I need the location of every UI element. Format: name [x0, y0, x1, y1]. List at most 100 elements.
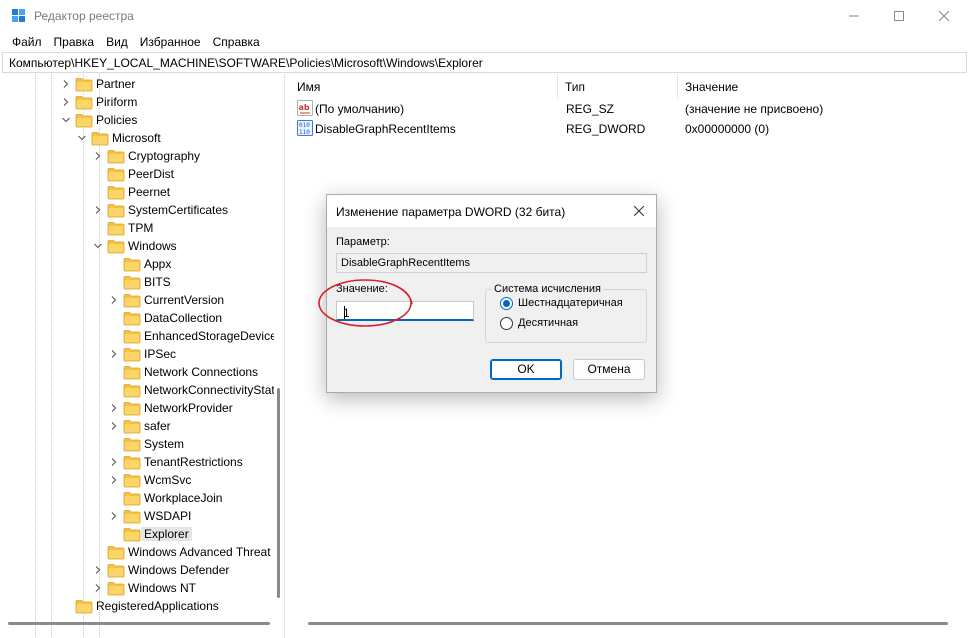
tree-item[interactable]: Windows NT	[2, 579, 272, 597]
tree-item-label: PeerDist	[128, 167, 175, 181]
tree-item[interactable]: Microsoft	[2, 129, 272, 147]
column-header-name[interactable]: Имя	[290, 74, 558, 98]
tree-item-label: safer	[144, 419, 171, 433]
tree-item[interactable]: Cryptography	[2, 147, 272, 165]
folder-icon	[123, 329, 141, 344]
menu-edit[interactable]: Правка	[48, 32, 101, 52]
svg-text:ab: ab	[299, 103, 310, 112]
title-bar: Редактор реестра	[0, 0, 969, 32]
tree-item-label: Peernet	[128, 185, 171, 199]
list-item[interactable]: ab (По умолчанию) REG_SZ (значение не пр…	[290, 98, 969, 118]
chevron-right-icon[interactable]	[93, 151, 103, 161]
tree-item[interactable]: CurrentVersion	[2, 291, 272, 309]
chevron-down-icon[interactable]	[77, 133, 87, 143]
dialog-close-button[interactable]	[623, 195, 655, 227]
tree-item-label: System	[144, 437, 185, 451]
chevron-right-icon[interactable]	[93, 583, 103, 593]
tree-item-label: Windows NT	[128, 581, 197, 595]
radio-decimal-label[interactable]: Десятичная	[518, 317, 578, 329]
menu-view[interactable]: Вид	[100, 32, 134, 52]
tree-item[interactable]: WcmSvc	[2, 471, 272, 489]
column-header-data[interactable]: Значение	[678, 74, 969, 98]
tree-item[interactable]: Partner	[2, 75, 272, 93]
tree-item[interactable]: Policies	[2, 111, 272, 129]
minimize-button[interactable]	[831, 0, 877, 32]
column-header-type[interactable]: Тип	[558, 74, 678, 98]
tree-item[interactable]: DataCollection	[2, 309, 272, 327]
tree-item[interactable]: SystemCertificates	[2, 201, 272, 219]
tree-item[interactable]: Network Connections	[2, 363, 272, 381]
menu-help[interactable]: Справка	[207, 32, 266, 52]
folder-icon	[123, 473, 141, 488]
tree-item[interactable]: BITS	[2, 273, 272, 291]
tree-item[interactable]: Windows Defender	[2, 561, 272, 579]
chevron-right-icon[interactable]	[109, 421, 119, 431]
folder-icon	[123, 275, 141, 290]
menu-bar: Файл Правка Вид Избранное Справка	[0, 32, 969, 52]
tree-item-label: Partner	[96, 77, 136, 91]
tree-item[interactable]: NetworkConnectivityStatusIndicator	[2, 381, 284, 399]
tree-item-label: Windows Advanced Threat Protection	[128, 545, 284, 559]
tree-item[interactable]: PeerDist	[2, 165, 272, 183]
tree-item[interactable]: TenantRestrictions	[2, 453, 272, 471]
key-tree[interactable]: Partner Piriform Policies Microsoft Cryptogr…	[2, 74, 285, 638]
address-bar[interactable]: Компьютер\HKEY_LOCAL_MACHINE\SOFTWARE\Po…	[2, 52, 967, 73]
tree-item[interactable]: NetworkProvider	[2, 399, 272, 417]
binary-value-icon: 010 110	[297, 120, 313, 136]
column-header-type-label: Тип	[565, 80, 586, 94]
ok-button[interactable]: OK	[490, 359, 562, 380]
folder-icon	[123, 419, 141, 434]
tree-item-label: TenantRestrictions	[144, 455, 243, 469]
tree-item[interactable]: Windows Advanced Threat Protection	[2, 543, 284, 561]
chevron-down-icon[interactable]	[93, 241, 103, 251]
window-title: Редактор реестра	[34, 9, 134, 23]
tree-item-label: WorkplaceJoin	[144, 491, 223, 505]
folder-icon	[123, 401, 141, 416]
value-type: REG_SZ	[566, 102, 615, 116]
chevron-right-icon[interactable]	[109, 511, 119, 521]
tree-item-label: Appx	[144, 257, 172, 271]
chevron-right-icon[interactable]	[109, 457, 119, 467]
tree-item[interactable]: Piriform	[2, 93, 272, 111]
close-button[interactable]	[921, 0, 967, 32]
chevron-right-icon[interactable]	[61, 79, 71, 89]
tree-item[interactable]: EnhancedStorageDevices	[2, 327, 283, 345]
value-name: DisableGraphRecentItems	[315, 122, 456, 136]
chevron-right-icon[interactable]	[61, 97, 71, 107]
radio-hexadecimal-label[interactable]: Шестнадцатеричная	[518, 297, 623, 309]
tree-horizontal-scrollbar[interactable]	[8, 622, 270, 625]
chevron-right-icon[interactable]	[109, 295, 119, 305]
radio-decimal[interactable]	[500, 317, 513, 330]
cancel-button[interactable]: Отмена	[573, 359, 645, 380]
tree-scroll-thumb[interactable]	[277, 388, 280, 598]
tree-item[interactable]: RegisteredApplications	[2, 597, 272, 615]
tree-item[interactable]: Peernet	[2, 183, 272, 201]
tree-item[interactable]: safer	[2, 417, 272, 435]
tree-item[interactable]: System	[2, 435, 272, 453]
string-value-icon: ab	[297, 100, 313, 116]
chevron-right-icon[interactable]	[109, 403, 119, 413]
tree-vertical-scrollbar[interactable]	[274, 74, 284, 638]
maximize-button[interactable]	[876, 0, 922, 32]
tree-item[interactable]: Explorer	[2, 525, 272, 543]
chevron-right-icon[interactable]	[93, 565, 103, 575]
chevron-right-icon[interactable]	[93, 205, 103, 215]
radio-hexadecimal[interactable]	[500, 297, 513, 310]
chevron-right-icon[interactable]	[109, 349, 119, 359]
chevron-down-icon[interactable]	[61, 115, 71, 125]
dialog-title-bar: Изменение параметра DWORD (32 бита)	[327, 195, 656, 227]
tree-item[interactable]: Windows	[2, 237, 272, 255]
svg-text:010: 010	[299, 122, 310, 129]
menu-file[interactable]: Файл	[6, 32, 48, 52]
tree-item[interactable]: TPM	[2, 219, 272, 237]
list-item[interactable]: 010 110 DisableGraphRecentItems REG_DWOR…	[290, 118, 969, 138]
tree-item[interactable]: WSDAPI	[2, 507, 272, 525]
menu-favorites[interactable]: Избранное	[134, 32, 207, 52]
list-horizontal-scrollbar[interactable]	[308, 622, 948, 625]
tree-item[interactable]: Appx	[2, 255, 272, 273]
radix-group: Система исчисления Шестнадцатеричная Дес…	[485, 283, 647, 343]
tree-item[interactable]: IPSec	[2, 345, 272, 363]
folder-icon	[123, 383, 141, 398]
chevron-right-icon[interactable]	[109, 475, 119, 485]
tree-item[interactable]: WorkplaceJoin	[2, 489, 272, 507]
